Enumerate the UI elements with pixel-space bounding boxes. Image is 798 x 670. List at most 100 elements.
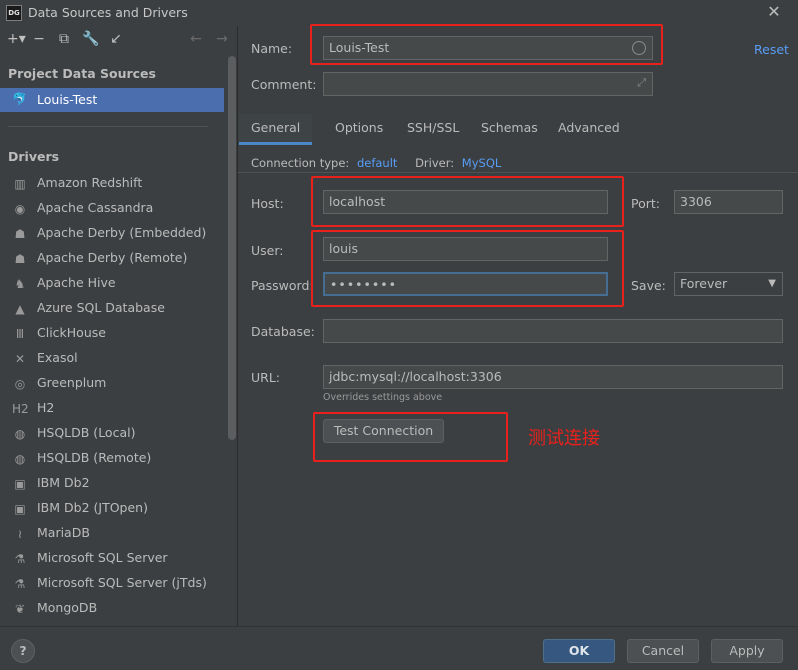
driver-item[interactable]: ✕ Exasol	[0, 346, 224, 371]
url-label: URL:	[251, 370, 281, 385]
back-icon[interactable]: ←	[188, 31, 204, 47]
driver-label: IBM Db2	[37, 475, 90, 490]
driver-icon: H2	[12, 402, 29, 416]
driver-icon: ▲	[15, 302, 25, 316]
driver-item[interactable]: ▲ Azure SQL Database	[0, 296, 224, 321]
app-logo-icon: DG	[6, 5, 22, 21]
driver-label: Apache Derby (Remote)	[37, 250, 188, 265]
drivers-title: Drivers	[8, 149, 60, 164]
driver-item[interactable]: ⚗ Microsoft SQL Server (jTds)	[0, 571, 224, 596]
driver-label: MariaDB	[37, 525, 90, 540]
driver-icon: ☗	[14, 227, 26, 241]
connection-type-label: Connection type:	[251, 156, 350, 170]
help-button[interactable]: ?	[11, 639, 35, 663]
driver-label: Azure SQL Database	[37, 300, 165, 315]
driver-label: HSQLDB (Remote)	[37, 450, 152, 465]
driver-item[interactable]: ♞ Apache Hive	[0, 271, 224, 296]
driver-item[interactable]: ◉ Apache Cassandra	[0, 196, 224, 221]
tab-label: General	[251, 120, 301, 135]
driver-label: ClickHouse	[37, 325, 106, 340]
bottom-bar: ? OK Cancel Apply	[0, 626, 798, 670]
driver-link[interactable]: MySQL	[462, 156, 502, 170]
cancel-button[interactable]: Cancel	[627, 639, 699, 663]
driver-icon: Ⅲ	[15, 327, 25, 341]
driver-label: Apache Derby (Embedded)	[37, 225, 207, 240]
driver-icon: ◍	[14, 452, 26, 466]
remove-icon[interactable]: −	[31, 31, 47, 47]
url-input[interactable]: jdbc:mysql://localhost:3306	[323, 365, 783, 389]
driver-icon: ♞	[14, 277, 26, 291]
user-label: User:	[251, 243, 284, 258]
driver-item[interactable]: ▣ IBM Db2	[0, 471, 224, 496]
tab-label: Schemas	[481, 120, 538, 135]
driver-icon: ❦	[14, 602, 26, 616]
driver-label: Microsoft SQL Server	[37, 550, 168, 565]
annotation-box-host	[311, 176, 624, 227]
chevron-down-icon: ▼	[768, 278, 776, 289]
driver-icon: ☗	[14, 252, 26, 266]
driver-item[interactable]: ▣ IBM Db2 (JTOpen)	[0, 496, 224, 521]
driver-item[interactable]: H2 H2	[0, 396, 224, 421]
mysql-dolphin-icon: 🐬	[12, 92, 27, 106]
data-source-label: Louis-Test	[37, 92, 98, 107]
port-value: 3306	[680, 194, 712, 209]
driver-icon: ⚗	[14, 577, 26, 591]
title-bar: DG Data Sources and Drivers ✕	[0, 0, 798, 26]
driver-item[interactable]: ◍ HSQLDB (Remote)	[0, 446, 224, 471]
tab-options[interactable]: Options	[323, 114, 395, 145]
tab-schemas[interactable]: Schemas	[469, 114, 550, 145]
comment-label: Comment:	[251, 77, 317, 92]
annotation-box-test	[313, 412, 508, 462]
driver-label: Exasol	[37, 350, 78, 365]
tab-general[interactable]: General	[239, 114, 313, 145]
driver-icon: ▥	[14, 177, 26, 191]
tab-label: Advanced	[558, 120, 620, 135]
driver-item[interactable]: ◎ Greenplum	[0, 371, 224, 396]
annotation-box-name	[310, 24, 663, 65]
driver-label: Apache Cassandra	[37, 200, 154, 215]
database-label: Database:	[251, 324, 315, 339]
reset-link[interactable]: Reset	[754, 42, 789, 57]
data-source-item-louis-test[interactable]: 🐬 Louis-Test	[0, 88, 224, 112]
add-icon[interactable]: +▾	[7, 31, 26, 47]
driver-icon: ◉	[14, 202, 26, 216]
duplicate-icon[interactable]: ⧉	[56, 31, 72, 47]
driver-item[interactable]: ◍ HSQLDB (Local)	[0, 421, 224, 446]
tab-divider	[238, 172, 798, 173]
window-title: Data Sources and Drivers	[28, 5, 188, 20]
driver-icon: ≀	[17, 527, 23, 541]
driver-item[interactable]: Ⅲ ClickHouse	[0, 321, 224, 346]
expand-icon[interactable]: ⤢	[637, 76, 646, 90]
save-label: Save:	[631, 278, 666, 293]
database-input[interactable]	[323, 319, 783, 343]
url-value: jdbc:mysql://localhost:3306	[329, 369, 502, 384]
tab-ssh-ssl[interactable]: SSH/SSL	[395, 114, 471, 145]
left-panel: +▾ − ⧉ 🔧 ↙ ← → Project Data Sources 🐬 Louis-Te…	[0, 26, 238, 626]
port-label: Port:	[631, 196, 660, 211]
driver-label: Microsoft SQL Server (jTds)	[37, 575, 207, 590]
ok-button[interactable]: OK	[543, 639, 615, 663]
connection-type-link[interactable]: default	[357, 156, 397, 170]
annotation-box-credentials	[311, 230, 624, 307]
driver-item[interactable]: ⚗ Microsoft SQL Server	[0, 546, 224, 571]
wrench-icon[interactable]: 🔧	[82, 31, 99, 47]
comment-input[interactable]: ⤢	[323, 72, 653, 96]
tab-label: Options	[335, 120, 384, 135]
url-hint: Overrides settings above	[323, 392, 443, 403]
save-select[interactable]: Forever ▼	[674, 272, 783, 296]
driver-item[interactable]: ≀ MariaDB	[0, 521, 224, 546]
port-input[interactable]: 3306	[674, 190, 783, 214]
close-icon[interactable]: ✕	[766, 3, 782, 21]
forward-icon[interactable]: →	[214, 31, 230, 47]
apply-button[interactable]: Apply	[711, 639, 783, 663]
driver-item[interactable]: ❦ MongoDB	[0, 596, 224, 621]
driver-item[interactable]: ☗ Apache Derby (Embedded)	[0, 221, 224, 246]
tab-advanced[interactable]: Advanced	[546, 114, 632, 145]
go-to-icon[interactable]: ↙	[108, 31, 124, 47]
driver-label: Apache Hive	[37, 275, 116, 290]
driver-icon: ▣	[14, 477, 26, 491]
right-panel: Name: Louis-Test Reset Comment: ⤢ Genera…	[238, 24, 798, 626]
driver-item[interactable]: ▥ Amazon Redshift	[0, 171, 224, 196]
driver-item[interactable]: ☗ Apache Derby (Remote)	[0, 246, 224, 271]
left-scrollbar[interactable]	[228, 56, 236, 440]
